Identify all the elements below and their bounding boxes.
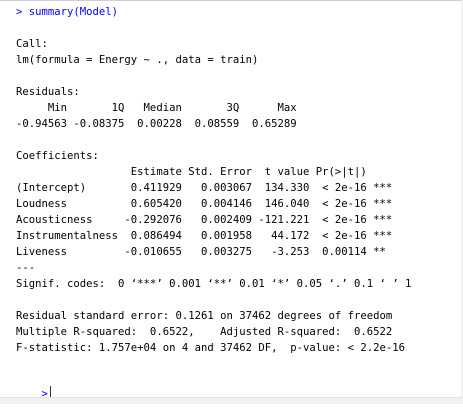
coef-row: Loudness 0.605420 0.004146 146.040 < 2e-… [16, 198, 393, 210]
residuals-values: -0.94563 -0.08375 0.00228 0.08559 0.6528… [16, 118, 304, 130]
coef-table-header: Estimate Std. Error t value Pr(>|t|) [16, 166, 393, 178]
coef-row: Liveness -0.010655 0.003275 -3.253 0.001… [16, 246, 393, 258]
coefficients-header: Coefficients: [16, 150, 99, 162]
residual-standard-error: Residual standard error: 0.1261 on 37462… [16, 310, 393, 322]
coef-row: Acousticness -0.292076 0.002409 -121.221… [16, 214, 393, 226]
command-line: > summary(Model) [16, 6, 119, 18]
separator-line: --- [16, 262, 36, 274]
r-squared-line: Multiple R-squared: 0.6522, Adjusted R-s… [16, 326, 399, 338]
r-console[interactable]: > summary(Model) Call: lm(formula = Ener… [0, 0, 463, 404]
coef-row: Instrumentalness 0.086494 0.001958 44.17… [16, 230, 393, 242]
f-statistic-line: F-statistic: 1.757e+04 on 4 and 37462 DF… [16, 342, 406, 354]
signif-codes: Signif. codes: 0 ‘***’ 0.001 ‘**’ 0.01 ‘… [16, 278, 412, 290]
coef-row: (Intercept) 0.411929 0.003067 134.330 < … [16, 182, 393, 194]
call-formula: lm(formula = Energy ~ ., data = train) [16, 54, 259, 66]
horizontal-scrollbar[interactable] [0, 397, 463, 404]
residuals-header: Residuals: [16, 86, 80, 98]
call-header: Call: [16, 38, 48, 50]
console-input-prompt[interactable]: > [16, 372, 51, 415]
residuals-labels: Min 1Q Median 3Q Max [16, 102, 304, 114]
console-top-border [0, 0, 463, 4]
